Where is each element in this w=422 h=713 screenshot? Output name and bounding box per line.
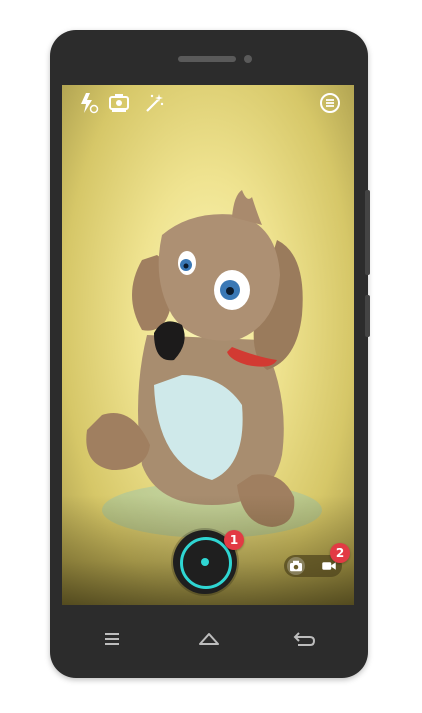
earpiece-speaker	[178, 56, 236, 62]
front-camera	[244, 55, 252, 63]
home-icon[interactable]	[195, 628, 223, 650]
power-button	[365, 190, 370, 275]
recent-apps-icon[interactable]	[98, 628, 126, 650]
mode-badge: 2	[330, 543, 350, 563]
back-icon[interactable]	[290, 628, 318, 650]
shutter-dot	[201, 558, 209, 566]
camera-toolbar	[62, 85, 354, 125]
flash-auto-icon[interactable]	[76, 91, 100, 115]
magic-wand-icon[interactable]	[142, 91, 166, 115]
camera-viewfinder[interactable]: 1 2	[62, 85, 354, 605]
menu-icon[interactable]	[318, 91, 342, 115]
switch-camera-icon[interactable]	[107, 91, 131, 115]
phone-frame: 1 2	[50, 30, 368, 678]
shutter-badge: 1	[224, 530, 244, 550]
photo-camera-icon[interactable]	[287, 557, 305, 575]
system-navbar	[50, 620, 368, 660]
volume-button	[365, 295, 370, 337]
